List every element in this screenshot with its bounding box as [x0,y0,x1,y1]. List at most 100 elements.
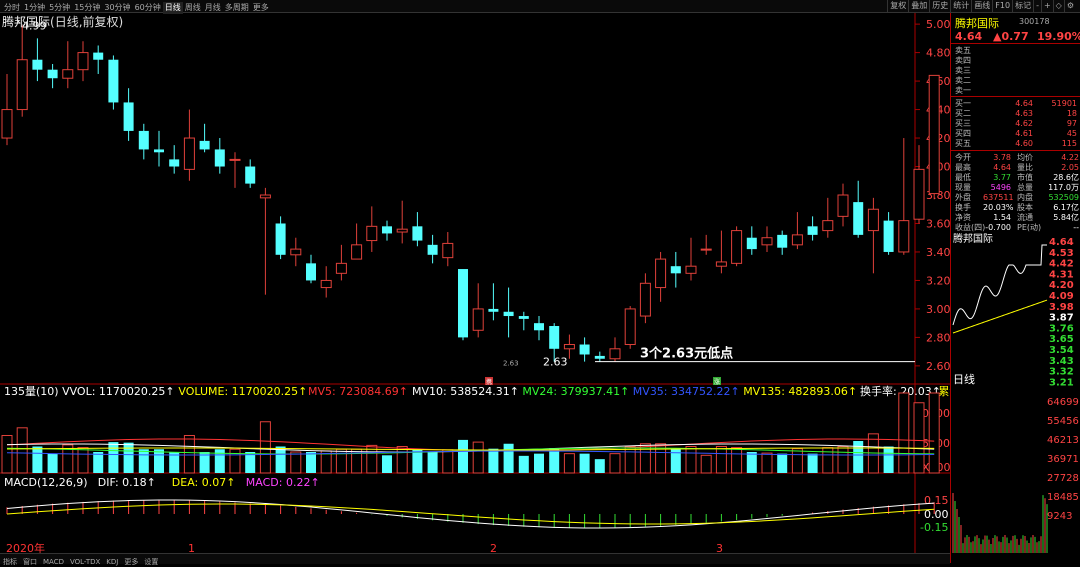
mini-price-label: 3.65 [1049,334,1074,345]
tool-button-0[interactable]: 复权 [887,0,908,12]
stock-name: 腾邦国际 [2,15,51,29]
tool-button-4[interactable]: 画线 [971,0,992,12]
candle-body [853,202,864,235]
candle-body [366,225,378,242]
price-axis-label: 3.60 [926,217,950,230]
volume-legend-1: VOLUME: 1170020.25↑ [178,385,307,398]
stat-cell: 净资 [955,213,971,222]
candle-body [503,311,514,317]
candle-body [245,166,256,184]
volume-bar [807,453,818,473]
stat-cell: 外盘 [955,193,971,202]
tool-button-7[interactable]: - [1033,0,1041,12]
indicator-tab-3[interactable]: VOL-TDX [67,557,103,567]
candle-body [32,59,43,70]
stat-cell: 今开 [955,153,971,162]
volume-bar [715,446,727,474]
quote-pct: 19.90% [1037,30,1080,43]
volume-bar [549,448,560,473]
stat-cell: 收益(四) [955,223,986,232]
volume-bar [883,446,894,473]
stat-cell: 流通 [1017,213,1033,222]
macd-axis-label: 0.15 [924,494,949,507]
low-price-small: 2.63 [503,360,519,368]
indicator-tab-2[interactable]: MACD [40,557,67,567]
tool-button-6[interactable]: 标记 [1012,0,1033,12]
candle-body [169,159,180,167]
quote-price: 4.64 [955,30,983,43]
candle-body [93,52,104,60]
volume-bar [32,446,43,473]
volume-bar [412,449,423,473]
volume-bar [275,446,286,473]
mini-price-label: 3.21 [1049,377,1074,388]
macd-legend-2: DEA: 0.07↑ [172,476,236,489]
macd-line [6,499,935,529]
candle-body [472,308,484,331]
candle-body [867,208,879,232]
stat-cell: 5496 [990,183,1011,192]
tool-buttons: 复权 叠加 历史 统计 画线 F10 标记 - + ◇ ⚙ [885,0,1078,12]
mini-volume-label: 55456 [1047,416,1079,427]
volume-bar [396,446,408,474]
indicator-tab-1[interactable]: 窗口 [20,557,40,567]
volume-bar [183,435,195,474]
candle-body [807,226,818,235]
bid-row: 买一 4.64 51901 [953,99,1079,109]
tool-button-5[interactable]: F10 [992,0,1012,12]
stat-cell: 股本 [1017,203,1033,212]
volume-bar [427,452,438,473]
stat-cell: 换手 [955,203,971,212]
mini-volume-label: 9243 [1047,511,1072,522]
candle-body [275,223,286,255]
candle-body [761,237,773,246]
tool-button-8[interactable]: + [1040,0,1053,12]
bid-row: 买三 4.62 97 [953,119,1079,129]
volume-bar [503,443,514,473]
volume-bar [138,449,149,473]
volume-legend-6: MV135: 482893.06↑ [743,385,857,398]
tool-button-3[interactable]: 统计 [950,0,971,12]
stat-cell: 3.78 [993,153,1011,162]
mini-price-label: 4.31 [1049,269,1074,280]
indicator-tab-4[interactable]: KDJ [103,557,121,567]
volume-bar [609,453,621,474]
quote-label: 买一 [955,99,971,108]
stat-cell: 总量 [1017,183,1033,192]
volume-bar [746,452,757,473]
tool-button-9[interactable]: ◇ [1052,0,1064,12]
chart-title: 腾邦国际(日线,前复权) [2,13,123,30]
indicator-tab-6[interactable]: 设置 [141,557,161,567]
candle-body [624,308,636,346]
volume-bar [1,435,13,474]
tool-button-10[interactable]: ⚙ [1063,0,1076,12]
candle-body [138,130,149,150]
tool-button-2[interactable]: 历史 [929,0,950,12]
low-annotation: 3个2.63元低点 [640,346,733,362]
ask-row: 卖五 [953,46,1079,56]
candle-body [382,226,392,234]
volume-bar [382,455,392,473]
ask-row: 卖四 [953,56,1079,66]
candle-body [229,158,241,161]
mini-price-label: 4.64 [1049,237,1074,248]
indicator-tab-0[interactable]: 指标 [0,557,20,567]
ask-row: 卖三 [953,66,1079,76]
candle-body [594,355,605,359]
volume-legend-8: 累计换 [938,384,950,398]
quote-label: 买二 [955,109,971,118]
volume-legend-3: MV10: 538524.31↑ [412,385,519,398]
volume-bar [563,453,575,474]
candle-body [791,234,803,246]
volume-bar [154,449,164,473]
candle-body [62,69,74,79]
indicator-tab-5[interactable]: 更多 [121,557,141,567]
candle-body [913,168,925,220]
candle-body [458,269,468,338]
tool-button-1[interactable]: 叠加 [908,0,929,12]
bid-row: 买五 4.60 115 [953,139,1079,149]
mini-volume-label: 18485 [1047,492,1079,503]
candle-body [488,308,499,312]
stat-row: 收益(四) -0.700 PE(动) -- [953,223,1079,233]
volume-bar [913,402,925,474]
